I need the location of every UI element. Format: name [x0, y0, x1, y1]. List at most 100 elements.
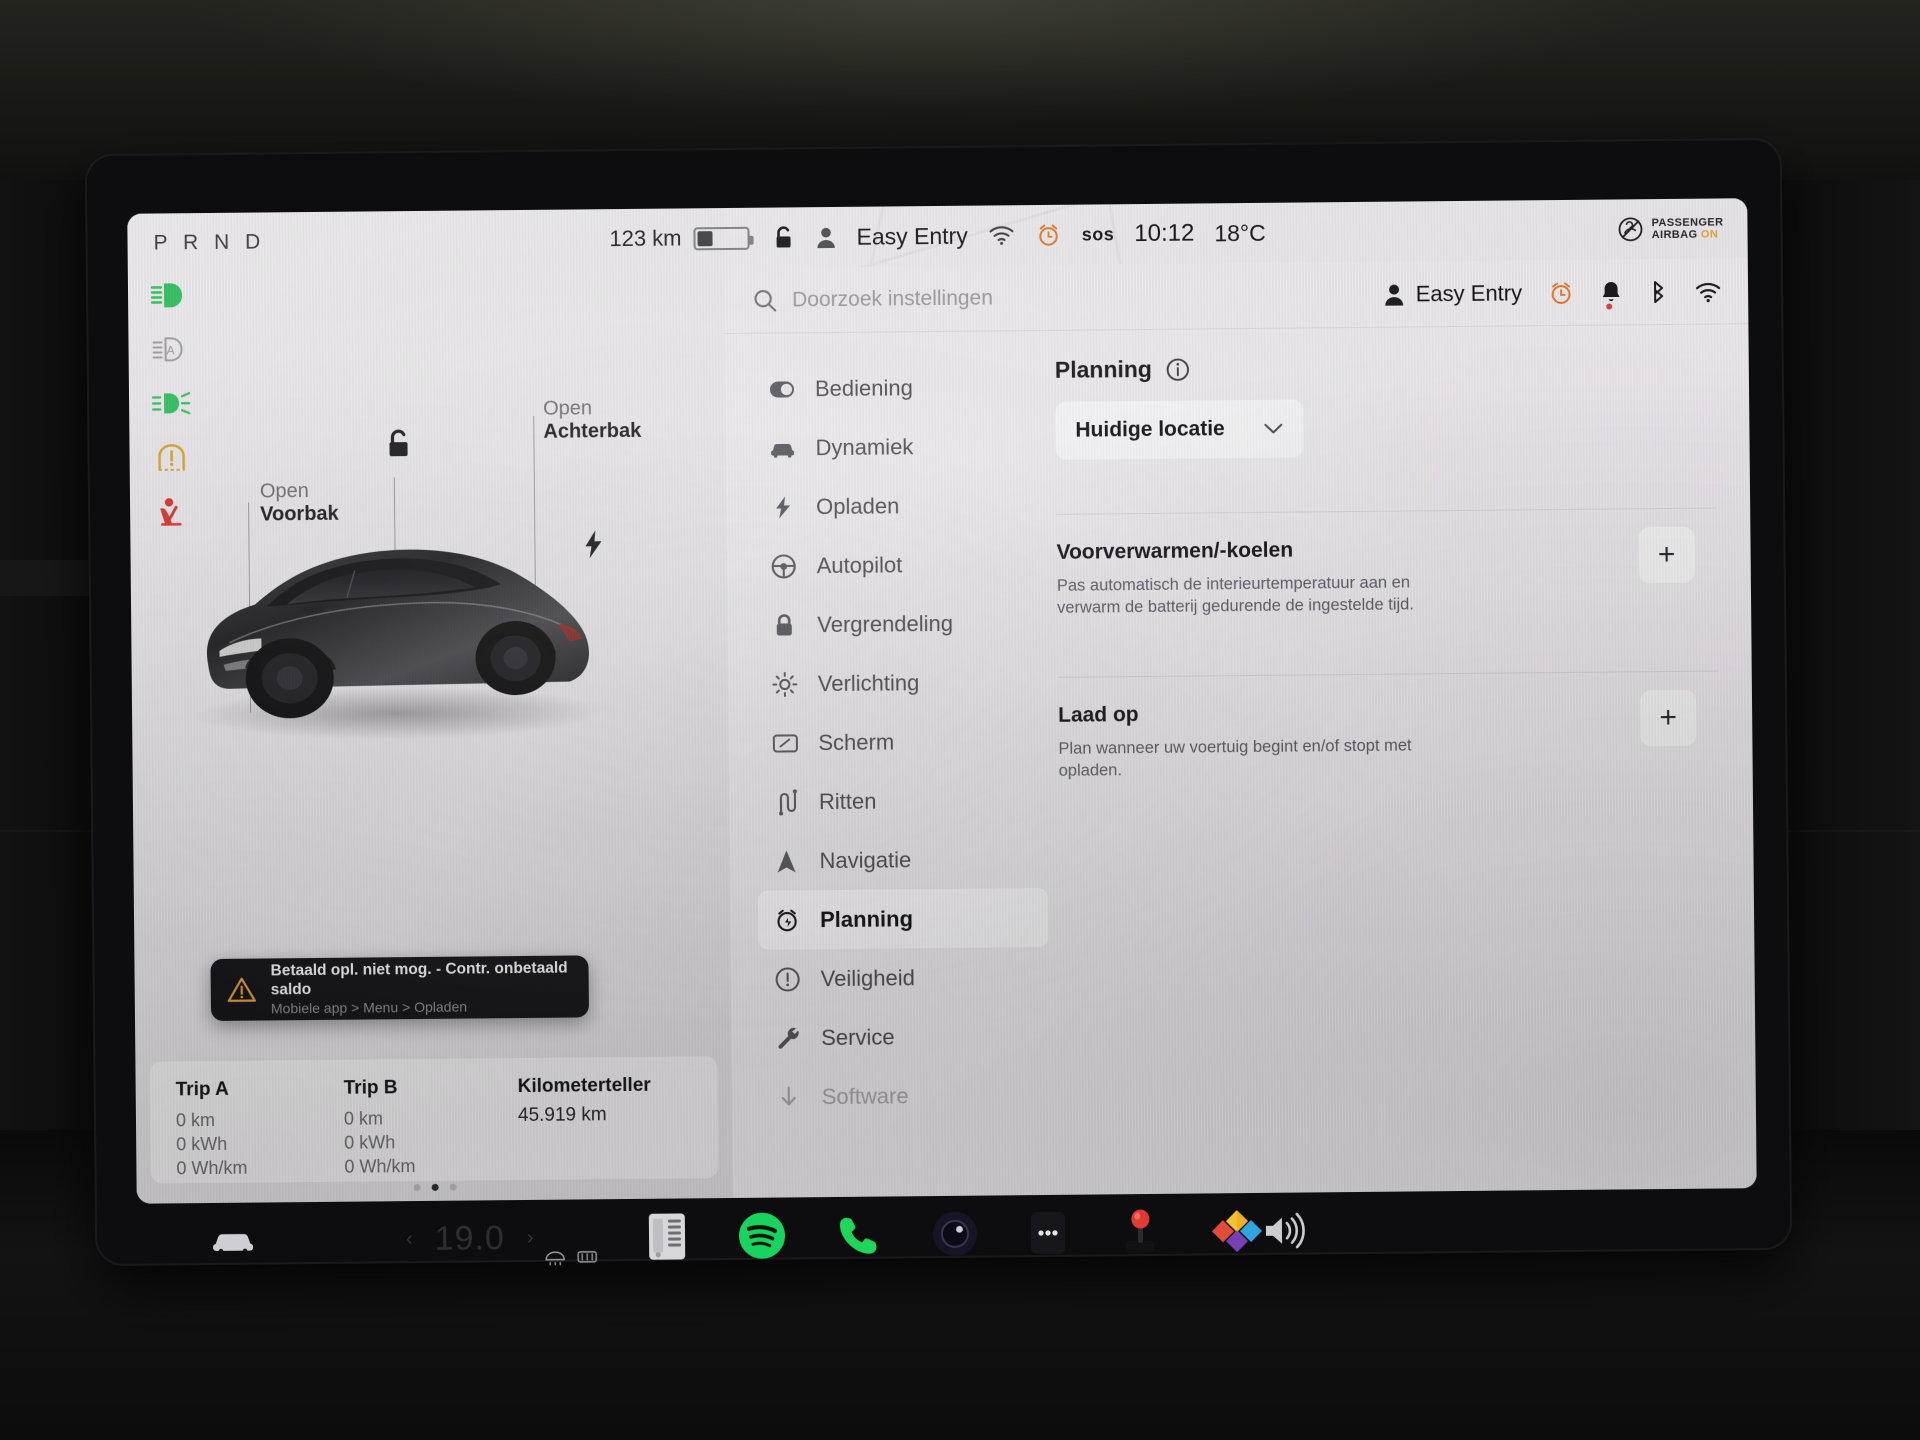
- gear-indicator[interactable]: P R N D: [153, 230, 265, 255]
- charging-warning-toast[interactable]: Betaald opl. niet mog. - Contr. onbetaal…: [210, 955, 590, 1021]
- add-charge-schedule-button[interactable]: +: [1639, 689, 1697, 747]
- navigation-arrow-icon: [773, 848, 799, 874]
- page-dot[interactable]: [413, 1183, 421, 1192]
- page-indicator[interactable]: [137, 1181, 733, 1194]
- page-dot-active[interactable]: [431, 1183, 439, 1191]
- alarm-clock-icon[interactable]: [1548, 279, 1574, 305]
- sidebar-item-ritten[interactable]: Ritten: [757, 770, 1048, 832]
- sidebar-label: Opladen: [815, 492, 900, 519]
- airbag-line2: AIRBAG: [1651, 228, 1698, 242]
- unlock-icon[interactable]: [771, 224, 795, 250]
- sidebar-item-verlichting[interactable]: Verlichting: [756, 652, 1047, 714]
- defrost-controls[interactable]: [544, 1249, 598, 1266]
- odometer-value: 45.919 km: [517, 1104, 607, 1127]
- info-circle-icon: [775, 966, 801, 992]
- settings-menu[interactable]: Bediening Dynamiek Opladen Autopilot Ver…: [753, 357, 1050, 1127]
- sidebar-item-planning[interactable]: Planning: [757, 887, 1049, 950]
- volume-icon[interactable]: [1261, 1212, 1307, 1249]
- wifi-icon[interactable]: [1694, 279, 1722, 303]
- rear-trunk-lead: Open: [543, 397, 593, 420]
- trip-a[interactable]: Trip A 0 km 0 kWh 0 Wh/km: [176, 1078, 345, 1184]
- front-defrost-icon[interactable]: [544, 1250, 566, 1266]
- spotify-icon[interactable]: [737, 1211, 785, 1259]
- rear-trunk-label: Achterbak: [543, 419, 642, 443]
- settings-panel: Doorzoek instellingen Easy Entry Bedieni…: [697, 198, 1757, 1198]
- outside-temperature[interactable]: 18°C: [1214, 219, 1266, 246]
- person-icon: [1384, 284, 1403, 306]
- notifications-bell-icon[interactable]: [1600, 279, 1622, 310]
- steering-wheel-icon: [771, 553, 797, 579]
- dock-app-row[interactable]: [645, 1206, 1262, 1262]
- trip-a-energy: 0 kWh: [176, 1133, 228, 1155]
- sidebar-item-navigatie[interactable]: Navigatie: [757, 829, 1048, 891]
- sidebar-item-dynamiek[interactable]: Dynamiek: [753, 416, 1044, 478]
- trip-b-efficiency: 0 Wh/km: [344, 1156, 416, 1177]
- wrench-icon: [775, 1025, 801, 1051]
- search-input[interactable]: Doorzoek instellingen: [792, 286, 993, 312]
- trip-b[interactable]: Trip B 0 km 0 kWh 0 Wh/km: [344, 1076, 513, 1182]
- sidebar-item-opladen[interactable]: Opladen: [754, 475, 1045, 537]
- driver-profile-button[interactable]: Easy Entry: [1383, 280, 1523, 307]
- sidebar-item-veiligheid[interactable]: Veiligheid: [758, 947, 1049, 1009]
- sidebar-item-software[interactable]: Software: [760, 1065, 1051, 1127]
- settings-profile-name: Easy Entry: [1415, 279, 1523, 306]
- display-icon: [772, 733, 798, 753]
- planning-header: Planning: [1055, 351, 1715, 384]
- bluetooth-icon[interactable]: [1648, 278, 1668, 304]
- odometer-title: Kilometerteller: [517, 1074, 651, 1098]
- bolt-icon: [770, 495, 796, 519]
- toybox-icon[interactable]: [1211, 1207, 1262, 1255]
- wifi-icon[interactable]: [988, 224, 1016, 246]
- trip-meters[interactable]: Trip A 0 km 0 kWh 0 Wh/km Trip B 0 km 0 …: [149, 1056, 719, 1184]
- temp-down-button[interactable]: ‹: [406, 1228, 413, 1251]
- alarm-clock-icon[interactable]: [1036, 222, 1062, 248]
- temp-value[interactable]: 19.0: [435, 1219, 506, 1259]
- range-display[interactable]: 123 km: [609, 225, 750, 252]
- sos-button[interactable]: sos: [1082, 224, 1115, 245]
- tesla-touchscreen[interactable]: A Open Voorbak Open Achterbak Betaald op…: [127, 198, 1757, 1204]
- car-front-icon: [769, 438, 795, 458]
- camera-icon[interactable]: [931, 1211, 977, 1257]
- lock-icon: [771, 612, 797, 638]
- more-dots-icon[interactable]: [1027, 1209, 1067, 1257]
- sidebar-item-scherm[interactable]: Scherm: [756, 711, 1047, 773]
- trip-a-efficiency: 0 Wh/km: [176, 1157, 248, 1179]
- vehicle-render[interactable]: [182, 489, 614, 743]
- sidebar-item-service[interactable]: Service: [759, 1006, 1050, 1068]
- car-visualization[interactable]: Open Voorbak Open Achterbak: [129, 378, 730, 944]
- temp-up-button[interactable]: ›: [527, 1226, 534, 1249]
- sidebar-item-bediening[interactable]: Bediening: [753, 357, 1044, 419]
- info-circle-icon[interactable]: [1166, 357, 1190, 381]
- rear-defrost-icon[interactable]: [576, 1249, 598, 1265]
- sidebar-label: Scherm: [818, 728, 895, 755]
- car-icon[interactable]: [210, 1227, 256, 1255]
- sidebar-label: Dynamiek: [815, 433, 914, 460]
- low-beam-icon: [150, 279, 190, 311]
- status-bar-left: P R N D 123 km: [153, 225, 750, 257]
- profile-name[interactable]: Easy Entry: [856, 222, 967, 250]
- unlock-icon[interactable]: [383, 427, 413, 461]
- trip-b-energy: 0 kWh: [344, 1132, 396, 1153]
- phone-icon[interactable]: [835, 1212, 881, 1258]
- clock[interactable]: 10:12: [1134, 220, 1194, 249]
- page-dot[interactable]: [449, 1183, 457, 1191]
- chevron-down-icon: [1263, 423, 1283, 435]
- add-preconditioning-button[interactable]: +: [1638, 526, 1695, 584]
- trip-b-title: Trip B: [343, 1077, 398, 1099]
- trip-a-distance: 0 km: [175, 1109, 216, 1131]
- download-arrow-icon: [776, 1085, 802, 1109]
- location-dropdown[interactable]: Huidige locatie: [1055, 399, 1304, 460]
- sidebar-item-autopilot[interactable]: Autopilot: [754, 534, 1045, 596]
- open-rear-trunk-callout[interactable]: Open Achterbak: [543, 397, 641, 444]
- airbag-state: ON: [1700, 228, 1719, 241]
- arcade-joystick-icon[interactable]: [1117, 1207, 1161, 1257]
- sidebar-item-vergrendeling[interactable]: Vergrendeling: [755, 593, 1046, 655]
- settings-sheet: Doorzoek instellingen Easy Entry Bedieni…: [723, 258, 1757, 1198]
- temperature-control[interactable]: ‹ 19.0 ›: [406, 1218, 597, 1266]
- settings-search-row[interactable]: Doorzoek instellingen Easy Entry: [723, 258, 1749, 335]
- climate-vent-icon[interactable]: [645, 1211, 687, 1261]
- notification-dot: [1606, 303, 1613, 310]
- location-value: Huidige locatie: [1075, 417, 1225, 442]
- person-icon[interactable]: [815, 225, 836, 248]
- svg-text:A: A: [167, 343, 175, 357]
